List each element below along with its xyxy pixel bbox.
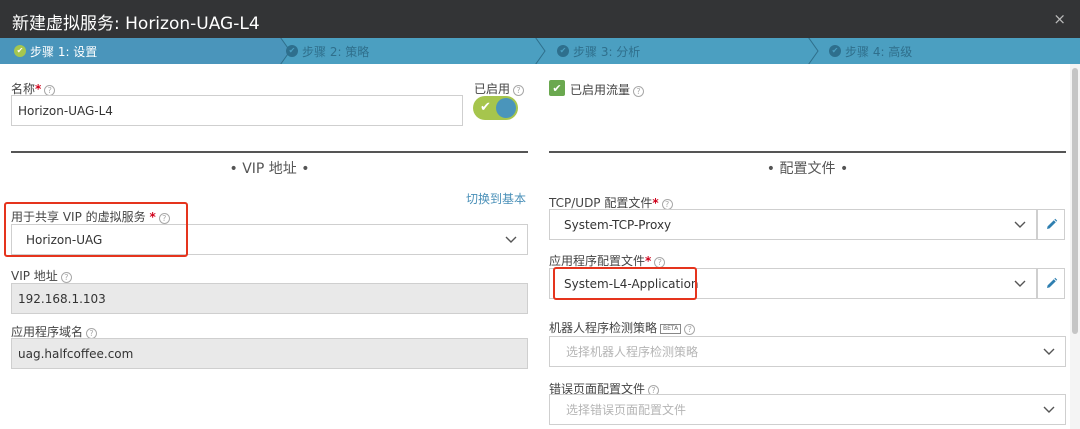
scrollbar-thumb[interactable] [1072, 68, 1078, 334]
enabled-toggle[interactable]: ✔ [473, 96, 518, 120]
step-label: 步骤 3: 分析 [573, 44, 641, 59]
help-icon[interactable]: ? [684, 324, 696, 335]
wizard-steps: ✔ 步骤 1: 设置 ✔ 步骤 2: 策略 ✔ 步骤 3: 分析 ✔ 步骤 4:… [0, 38, 1080, 64]
step-label: 步骤 2: 策略 [302, 44, 370, 59]
chevron-down-icon [1043, 406, 1055, 413]
tcp-udp-profile-select[interactable]: System-TCP-Proxy [549, 209, 1037, 240]
chevron-down-icon [1043, 348, 1055, 355]
beta-badge: BETA [660, 324, 682, 334]
name-input[interactable]: Horizon-UAG-L4 [11, 95, 463, 126]
step-analytics[interactable]: ✔ 步骤 3: 分析 [557, 38, 640, 64]
help-icon[interactable]: ? [513, 85, 525, 96]
check-circle-icon: ✔ [829, 45, 841, 57]
highlight-box [553, 267, 697, 300]
bot-detection-select[interactable]: 选择机器人程序检测策略 [549, 336, 1066, 367]
step-label: 步骤 4: 高级 [845, 44, 913, 59]
check-icon: ✔ [480, 100, 491, 115]
vip-section-title: • VIP 地址 • [229, 161, 310, 177]
step-policy[interactable]: ✔ 步骤 2: 策略 [286, 38, 369, 64]
help-icon[interactable]: ? [60, 272, 72, 283]
chevron-down-icon [505, 236, 517, 243]
chevron-down-icon [1014, 221, 1026, 228]
help-icon[interactable]: ? [633, 86, 645, 97]
pencil-icon [1046, 218, 1057, 229]
vip-address-input: 192.168.1.103 [11, 283, 528, 314]
dialog-title: 新建虚拟服务: Horizon-UAG-L4 [12, 14, 260, 34]
vip-address-label: VIP 地址? [11, 267, 72, 284]
required-mark: * [35, 82, 42, 96]
required-mark: * [645, 254, 652, 268]
required-mark: * [652, 196, 659, 210]
check-circle-icon: ✔ [286, 45, 298, 57]
chevron-down-icon [1014, 280, 1026, 287]
toggle-knob [496, 98, 516, 118]
vertical-scrollbar[interactable] [1070, 64, 1080, 429]
bot-detection-label: 机器人程序检测策略 BETA? [549, 319, 696, 336]
error-page-select[interactable]: 选择错误页面配置文件 [549, 394, 1066, 425]
profile-section-title: • 配置文件 • [766, 161, 849, 177]
step-settings[interactable]: ✔ 步骤 1: 设置 [0, 38, 278, 64]
traffic-enabled-checkbox[interactable]: ✔ [549, 80, 565, 96]
pencil-icon [1046, 277, 1057, 288]
check-circle-icon: ✔ [14, 45, 26, 57]
edit-app-profile-button[interactable] [1037, 268, 1065, 299]
section-divider [11, 151, 528, 153]
highlight-box [4, 202, 188, 257]
close-icon[interactable]: × [1053, 10, 1066, 28]
dialog-title-bar: 新建虚拟服务: Horizon-UAG-L4 × [0, 0, 1080, 38]
switch-to-basic-link[interactable]: 切换到基本 [466, 190, 526, 207]
app-domain-input: uag.halfcoffee.com [11, 338, 528, 369]
enabled-label: 已启用? [474, 80, 525, 97]
check-circle-icon: ✔ [557, 45, 569, 57]
step-label: 步骤 1: 设置 [30, 44, 98, 59]
section-divider [549, 151, 1066, 153]
edit-tcp-udp-button[interactable] [1037, 209, 1065, 240]
step-advanced[interactable]: ✔ 步骤 4: 高级 [829, 38, 912, 64]
traffic-enabled-label: 已启用流量? [570, 81, 645, 98]
